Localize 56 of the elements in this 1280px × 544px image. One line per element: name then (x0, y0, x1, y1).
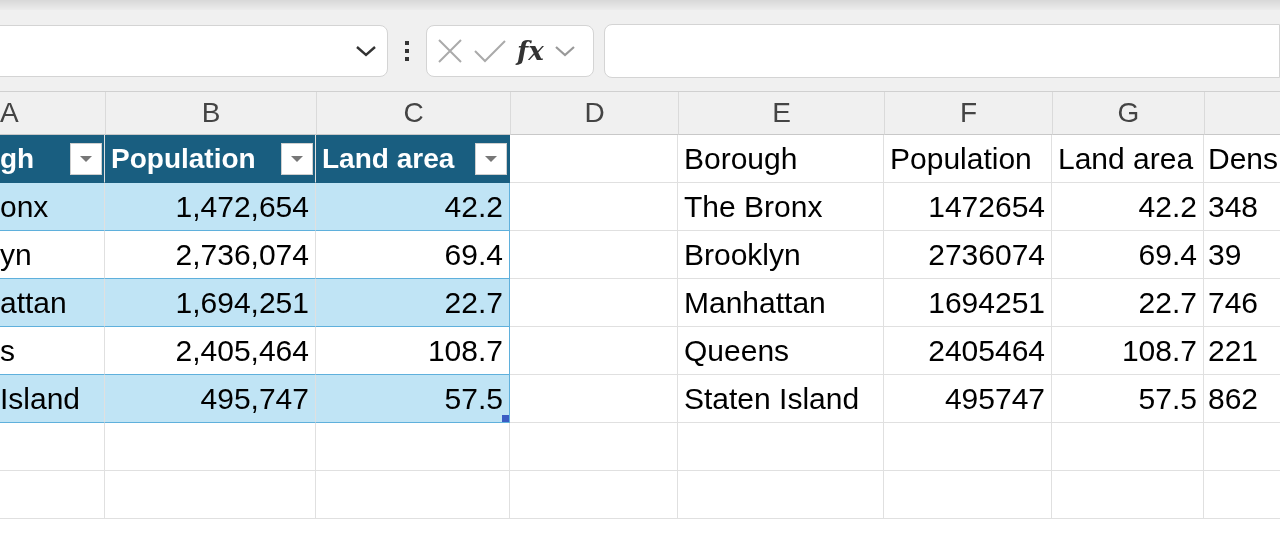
cell: The Bronx (678, 183, 884, 231)
filter-button[interactable] (70, 142, 102, 175)
name-box[interactable] (0, 24, 388, 77)
table-cell: 57.5 (316, 375, 510, 423)
more-options-icon[interactable] (404, 39, 410, 62)
cell: 2405464 (884, 327, 1052, 375)
table-header: gh (0, 135, 105, 183)
cancel-icon[interactable] (437, 37, 463, 64)
cell: Queens (678, 327, 884, 375)
table-cell: onx (0, 183, 105, 231)
cell: 39 (1204, 231, 1280, 279)
cell: Borough (678, 135, 884, 183)
cell: 22.7 (1052, 279, 1204, 327)
chevron-down-icon[interactable] (553, 43, 576, 58)
cell: 42.2 (1052, 183, 1204, 231)
cell: 862 (1204, 375, 1280, 423)
table-cell: attan (0, 279, 105, 327)
column-header[interactable] (1204, 92, 1280, 135)
cell: 495747 (884, 375, 1052, 423)
insert-function-button[interactable]: fx (517, 35, 544, 66)
table-header: Land area (316, 135, 510, 183)
cell: Population (884, 135, 1052, 183)
cell: 108.7 (1052, 327, 1204, 375)
column-header[interactable]: D (510, 92, 678, 135)
table-header: Population (105, 135, 316, 183)
filter-button[interactable] (475, 142, 507, 175)
cell: 1472654 (884, 183, 1052, 231)
cell: Land area (1052, 135, 1204, 183)
table-cell: 22.7 (316, 279, 510, 327)
cell: 2736074 (884, 231, 1052, 279)
table-cell: 495,747 (105, 375, 316, 423)
column-header[interactable]: B (105, 92, 316, 135)
column-header[interactable]: E (678, 92, 884, 135)
cell: 1694251 (884, 279, 1052, 327)
cell: 69.4 (1052, 231, 1204, 279)
cell: Dens (1204, 135, 1280, 183)
column-header[interactable]: F (884, 92, 1052, 135)
chevron-down-icon (355, 43, 377, 58)
column-header[interactable]: G (1052, 92, 1204, 135)
column-header[interactable]: A (0, 92, 105, 135)
column-header[interactable]: C (316, 92, 510, 135)
cell: 57.5 (1052, 375, 1204, 423)
cell: 348 (1204, 183, 1280, 231)
cell: 746 (1204, 279, 1280, 327)
table-cell: Island (0, 375, 105, 423)
table-cell: 42.2 (316, 183, 510, 231)
enter-icon[interactable] (473, 38, 507, 63)
formula-input[interactable] (604, 23, 1280, 78)
cell: Manhattan (678, 279, 884, 327)
resize-handle[interactable] (502, 415, 509, 422)
table-cell: 1,472,654 (105, 183, 316, 231)
cell: Brooklyn (678, 231, 884, 279)
cell: Staten Island (678, 375, 884, 423)
table-cell: 1,694,251 (105, 279, 316, 327)
filter-button[interactable] (281, 142, 313, 175)
cell: 221 (1204, 327, 1280, 375)
